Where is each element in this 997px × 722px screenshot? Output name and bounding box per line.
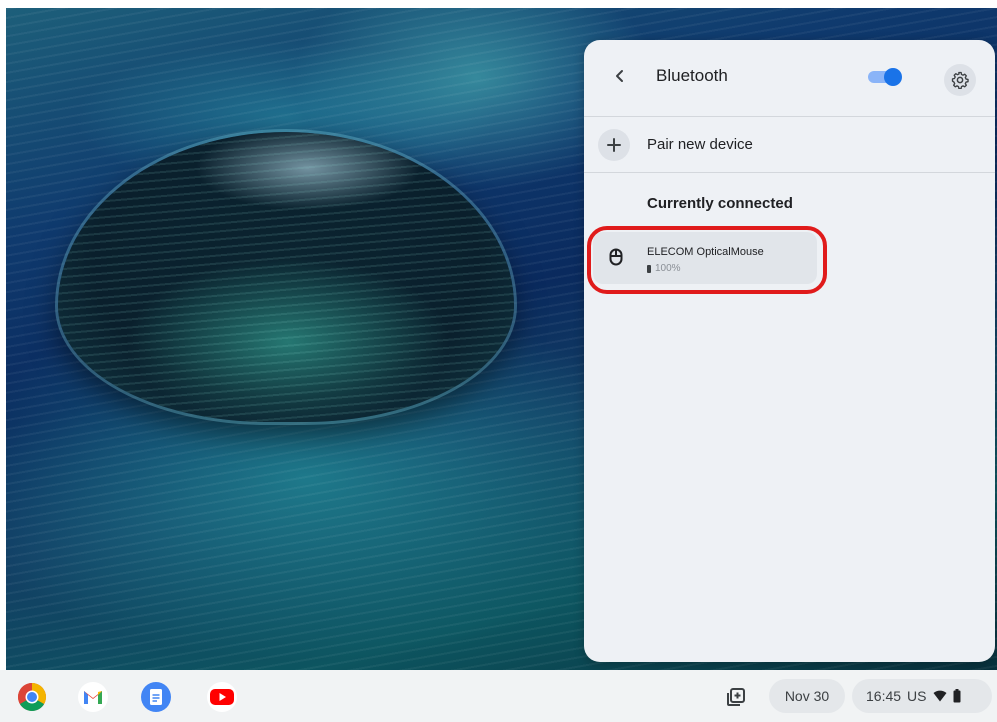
device-item-elecom-mouse[interactable]: ELECOM OpticalMouse 100% xyxy=(587,226,827,294)
youtube-logo xyxy=(210,689,234,705)
youtube-icon[interactable] xyxy=(207,682,237,712)
gmail-logo xyxy=(84,691,102,704)
currently-connected-heading: Currently connected xyxy=(647,195,793,212)
docs-icon[interactable] xyxy=(141,682,171,712)
input-method-label: US xyxy=(907,688,927,704)
settings-button[interactable] xyxy=(944,64,976,96)
screen-capture-icon[interactable] xyxy=(722,683,750,711)
time-label: 16:45 xyxy=(866,688,902,704)
plus-glyph xyxy=(607,138,621,152)
header-divider xyxy=(584,116,995,117)
panel-title: Bluetooth xyxy=(656,66,728,85)
holding-space-glyph xyxy=(727,688,745,706)
date-label: Nov 30 xyxy=(784,688,830,704)
battery-icon xyxy=(647,264,651,273)
wifi-icon xyxy=(933,690,946,702)
panel-header: Bluetooth xyxy=(584,40,995,116)
chrome-icon[interactable] xyxy=(17,682,47,712)
toggle-knob xyxy=(884,68,902,86)
mouse-icon xyxy=(609,248,623,266)
battery-status-icon xyxy=(953,689,960,703)
shelf: Nov 30 16:45 US xyxy=(0,670,997,722)
bluetooth-toggle[interactable] xyxy=(868,68,902,86)
chevron-left-icon xyxy=(616,70,623,82)
docs-logo xyxy=(150,689,162,705)
pair-divider xyxy=(584,172,995,173)
highlight-annotation xyxy=(587,226,827,294)
pair-new-device-label: Pair new device xyxy=(647,136,753,153)
back-button[interactable] xyxy=(606,62,634,90)
bluetooth-panel: Bluetooth Pair new device Currently conn… xyxy=(584,40,995,662)
gear-icon xyxy=(951,71,969,89)
device-name: ELECOM OpticalMouse xyxy=(647,246,764,258)
gmail-icon[interactable] xyxy=(78,682,108,712)
device-battery: 100% xyxy=(647,263,681,274)
status-tray[interactable]: 16:45 US xyxy=(852,679,992,713)
chrome-logo xyxy=(18,683,46,711)
plus-icon xyxy=(598,129,630,161)
pair-new-device-button[interactable]: Pair new device xyxy=(584,118,995,172)
date-pill[interactable]: Nov 30 xyxy=(769,679,845,713)
battery-level: 100% xyxy=(655,263,681,274)
